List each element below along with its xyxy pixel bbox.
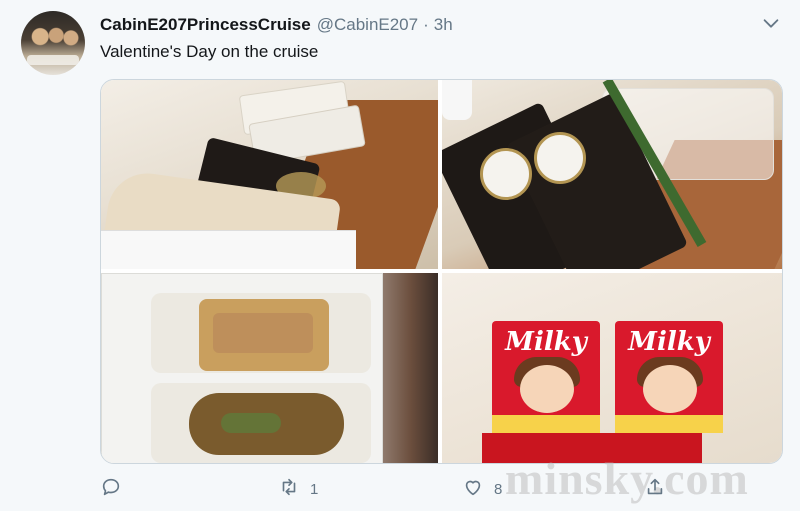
reply-icon (100, 476, 122, 502)
photo-chocolate-packages[interactable] (442, 80, 782, 269)
greens (221, 413, 281, 433)
like-count: 8 (494, 480, 503, 498)
handle[interactable]: @CabinE207 (317, 15, 418, 35)
box-base (492, 415, 600, 433)
tray (101, 230, 356, 269)
candy-brand-label: Milky (505, 327, 587, 357)
retweet-count: 1 (310, 480, 319, 498)
package-label (480, 148, 532, 200)
separator-dot: · (423, 15, 429, 34)
display-name[interactable]: CabinE207PrincessCruise (100, 15, 311, 35)
like-icon (462, 476, 484, 502)
character-face (520, 365, 574, 413)
retweet-button[interactable]: 1 (278, 472, 318, 506)
character-face (643, 365, 697, 413)
avatar[interactable] (21, 11, 85, 75)
like-button[interactable]: 8 (462, 472, 502, 506)
share-icon (644, 476, 666, 502)
pie-filling (213, 313, 313, 353)
candy-brand-label: Milky (628, 327, 710, 357)
media-grid: Milky Milky (100, 79, 783, 464)
cup (442, 80, 472, 120)
tweet: CabinE207PrincessCruise @CabinE207 · 3h … (0, 0, 800, 511)
retweet-icon (278, 476, 300, 502)
reply-button[interactable] (100, 472, 132, 506)
tweet-header: CabinE207PrincessCruise @CabinE207 · 3h (100, 13, 453, 37)
photo-milky-candy[interactable]: Milky Milky (442, 273, 782, 463)
package-label (534, 132, 586, 184)
tweet-text: Valentine's Day on the cruise (100, 42, 319, 61)
photo-desk-boxes[interactable] (101, 80, 438, 269)
candy-box: Milky (492, 321, 600, 433)
action-bar: 1 8 (100, 472, 663, 506)
box-base (615, 415, 723, 433)
chevron-down-icon[interactable] (760, 12, 782, 34)
photo-food-container[interactable] (101, 273, 438, 463)
timestamp[interactable]: 3h (434, 15, 453, 35)
share-button[interactable] (644, 472, 666, 506)
candy-box: Milky (615, 321, 723, 433)
